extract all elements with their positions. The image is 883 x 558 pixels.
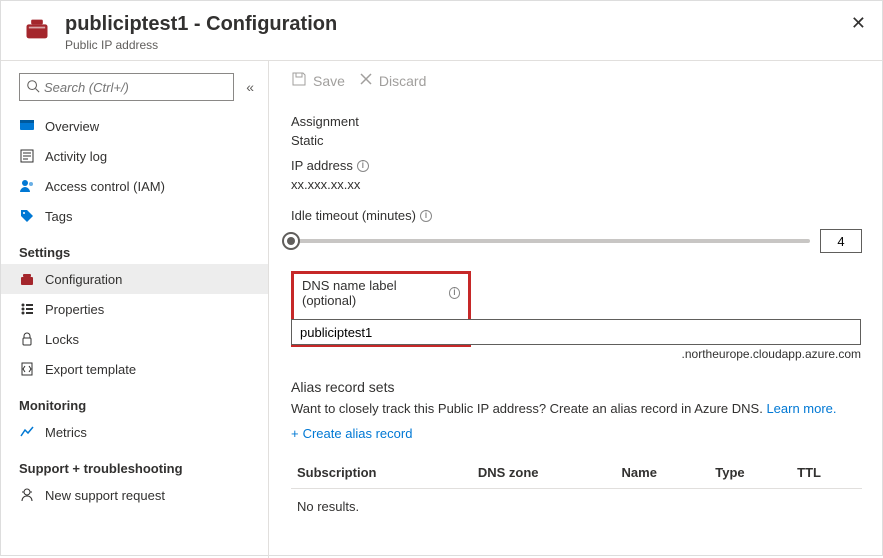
dns-section: DNS name label (optional) i .northeurope…	[291, 271, 862, 361]
section-support: Support + troubleshooting	[1, 447, 268, 480]
idle-timeout-slider[interactable]	[291, 239, 810, 243]
sidebar-item-access-control[interactable]: Access control (IAM)	[1, 171, 268, 201]
nav-label: Properties	[45, 302, 104, 317]
no-results: No results.	[291, 489, 862, 525]
col-name[interactable]: Name	[616, 457, 710, 489]
dns-name-input[interactable]	[291, 319, 861, 345]
alias-section-title: Alias record sets	[291, 379, 862, 395]
nav-label: Metrics	[45, 425, 87, 440]
sidebar-item-new-support-request[interactable]: New support request	[1, 480, 268, 510]
configuration-icon	[19, 271, 35, 287]
dns-suffix: .northeurope.cloudapp.azure.com	[291, 347, 861, 361]
sidebar-item-locks[interactable]: Locks	[1, 324, 268, 354]
ip-address-label: IP address i	[291, 158, 862, 173]
support-icon	[19, 487, 35, 503]
resource-icon	[21, 13, 53, 45]
idle-timeout-slider-row	[291, 229, 862, 253]
overview-icon	[19, 118, 35, 134]
close-icon[interactable]: ✕	[851, 13, 866, 34]
save-icon	[291, 71, 307, 90]
save-button[interactable]: Save	[291, 71, 345, 90]
col-dns-zone[interactable]: DNS zone	[472, 457, 616, 489]
tags-icon	[19, 208, 35, 224]
search-input[interactable]	[40, 80, 227, 95]
info-icon[interactable]: i	[420, 210, 432, 222]
locks-icon	[19, 331, 35, 347]
assignment-value: Static	[291, 133, 862, 148]
info-icon[interactable]: i	[357, 160, 369, 172]
properties-icon	[19, 301, 35, 317]
activity-log-icon	[19, 148, 35, 164]
nav-label: Activity log	[45, 149, 107, 164]
sidebar-item-tags[interactable]: Tags	[1, 201, 268, 231]
sidebar-item-export-template[interactable]: Export template	[1, 354, 268, 384]
nav-label: New support request	[45, 488, 165, 503]
section-settings: Settings	[1, 231, 268, 264]
plus-icon: +	[291, 426, 299, 441]
idle-timeout-input[interactable]	[820, 229, 862, 253]
section-monitoring: Monitoring	[1, 384, 268, 417]
nav-label: Tags	[45, 209, 72, 224]
alias-section-desc: Want to closely track this Public IP add…	[291, 401, 862, 416]
table-row-empty: No results.	[291, 489, 862, 525]
create-alias-link[interactable]: + Create alias record	[291, 426, 412, 441]
discard-icon	[359, 72, 373, 89]
sidebar-item-metrics[interactable]: Metrics	[1, 417, 268, 447]
sidebar-item-activity-log[interactable]: Activity log	[1, 141, 268, 171]
col-ttl[interactable]: TTL	[791, 457, 862, 489]
export-template-icon	[19, 361, 35, 377]
sidebar-item-overview[interactable]: Overview	[1, 111, 268, 141]
alias-table: Subscription DNS zone Name Type TTL No r…	[291, 457, 862, 524]
metrics-icon	[19, 424, 35, 440]
sidebar-item-configuration[interactable]: Configuration	[1, 264, 268, 294]
toolbar: Save Discard	[291, 71, 862, 104]
dns-label: DNS name label (optional) i	[302, 278, 460, 308]
sidebar-search[interactable]	[19, 73, 234, 101]
nav-label: Configuration	[45, 272, 122, 287]
search-icon	[26, 79, 40, 96]
col-subscription[interactable]: Subscription	[291, 457, 472, 489]
assignment-label: Assignment	[291, 114, 862, 129]
info-icon[interactable]: i	[449, 287, 460, 299]
page-title: publiciptest1 - Configuration	[65, 13, 337, 36]
nav-label: Locks	[45, 332, 79, 347]
slider-thumb[interactable]	[282, 232, 300, 250]
nav-label: Overview	[45, 119, 99, 134]
discard-button[interactable]: Discard	[359, 72, 426, 89]
nav-label: Access control (IAM)	[45, 179, 165, 194]
idle-timeout-label: Idle timeout (minutes) i	[291, 208, 862, 223]
learn-more-link[interactable]: Learn more.	[766, 401, 836, 416]
access-control-icon	[19, 178, 35, 194]
collapse-sidebar-icon[interactable]: «	[242, 79, 258, 95]
main-content: Save Discard Assignment Static IP addres…	[269, 61, 882, 558]
col-type[interactable]: Type	[709, 457, 791, 489]
ip-address-value: xx.xxx.xx.xx	[291, 177, 862, 192]
sidebar-item-properties[interactable]: Properties	[1, 294, 268, 324]
blade-header: publiciptest1 - Configuration Public IP …	[1, 1, 882, 60]
sidebar: « Overview Activity log Access control (…	[1, 61, 269, 558]
nav-label: Export template	[45, 362, 136, 377]
page-subtitle: Public IP address	[65, 38, 337, 52]
